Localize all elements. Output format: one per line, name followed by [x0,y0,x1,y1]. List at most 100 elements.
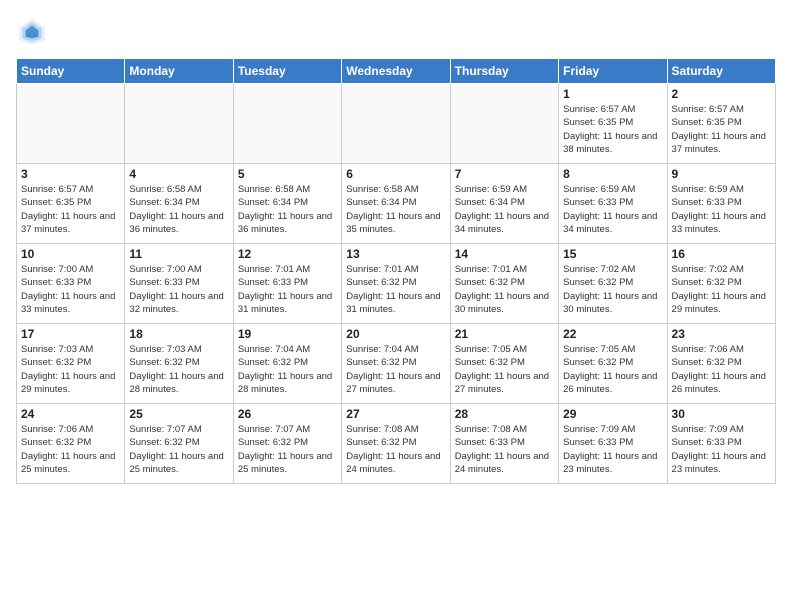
day-detail: Sunrise: 6:58 AM Sunset: 6:34 PM Dayligh… [129,183,228,236]
day-number: 7 [455,167,554,181]
day-number: 11 [129,247,228,261]
day-detail: Sunrise: 7:04 AM Sunset: 6:32 PM Dayligh… [346,343,445,396]
week-row-1: 1 Sunrise: 6:57 AM Sunset: 6:35 PM Daylig… [17,84,776,164]
calendar-cell: 10 Sunrise: 7:00 AM Sunset: 6:33 PM Dayli… [17,244,125,324]
calendar-cell [17,84,125,164]
calendar-cell: 11 Sunrise: 7:00 AM Sunset: 6:33 PM Dayli… [125,244,233,324]
day-number: 21 [455,327,554,341]
calendar-cell: 1 Sunrise: 6:57 AM Sunset: 6:35 PM Daylig… [559,84,667,164]
calendar-cell: 2 Sunrise: 6:57 AM Sunset: 6:35 PM Daylig… [667,84,775,164]
day-detail: Sunrise: 6:59 AM Sunset: 6:34 PM Dayligh… [455,183,554,236]
calendar-cell: 8 Sunrise: 6:59 AM Sunset: 6:33 PM Daylig… [559,164,667,244]
day-detail: Sunrise: 6:59 AM Sunset: 6:33 PM Dayligh… [563,183,662,236]
calendar-table: SundayMondayTuesdayWednesdayThursdayFrid… [16,58,776,484]
day-number: 1 [563,87,662,101]
day-number: 26 [238,407,337,421]
day-number: 10 [21,247,120,261]
calendar-cell: 19Sunrise: 7:04 AM Sunset: 6:32 PM Dayli… [233,324,341,404]
day-number: 23 [672,327,771,341]
calendar-cell: 7 Sunrise: 6:59 AM Sunset: 6:34 PM Daylig… [450,164,558,244]
day-detail: Sunrise: 7:01 AM Sunset: 6:33 PM Dayligh… [238,263,337,316]
day-detail: Sunrise: 7:03 AM Sunset: 6:32 PM Dayligh… [21,343,120,396]
day-number: 8 [563,167,662,181]
calendar-cell [233,84,341,164]
calendar-cell [125,84,233,164]
calendar-cell: 30 Sunrise: 7:09 AM Sunset: 6:33 PM Dayli… [667,404,775,484]
day-number: 24 [21,407,120,421]
day-number: 25 [129,407,228,421]
day-detail: Sunrise: 6:57 AM Sunset: 6:35 PM Dayligh… [21,183,120,236]
day-number: 14 [455,247,554,261]
day-detail: Sunrise: 6:59 AM Sunset: 6:33 PM Dayligh… [672,183,771,236]
day-number: 20 [346,327,445,341]
weekday-header-wednesday: Wednesday [342,59,450,84]
calendar-cell: 3Sunrise: 6:57 AM Sunset: 6:35 PM Daylig… [17,164,125,244]
day-number: 16 [672,247,771,261]
day-detail: Sunrise: 7:02 AM Sunset: 6:32 PM Dayligh… [672,263,771,316]
calendar-cell: 9 Sunrise: 6:59 AM Sunset: 6:33 PM Daylig… [667,164,775,244]
day-detail: Sunrise: 7:06 AM Sunset: 6:32 PM Dayligh… [21,423,120,476]
day-number: 18 [129,327,228,341]
logo [16,16,52,48]
day-number: 19 [238,327,337,341]
calendar-cell [342,84,450,164]
calendar-cell: 6 Sunrise: 6:58 AM Sunset: 6:34 PM Daylig… [342,164,450,244]
day-detail: Sunrise: 7:06 AM Sunset: 6:32 PM Dayligh… [672,343,771,396]
day-number: 27 [346,407,445,421]
day-number: 5 [238,167,337,181]
day-detail: Sunrise: 7:03 AM Sunset: 6:32 PM Dayligh… [129,343,228,396]
calendar-cell [450,84,558,164]
page-header [16,16,776,48]
day-detail: Sunrise: 7:08 AM Sunset: 6:32 PM Dayligh… [346,423,445,476]
calendar-cell: 25 Sunrise: 7:07 AM Sunset: 6:32 PM Dayli… [125,404,233,484]
week-row-4: 17 Sunrise: 7:03 AM Sunset: 6:32 PM Dayli… [17,324,776,404]
week-row-2: 3Sunrise: 6:57 AM Sunset: 6:35 PM Daylig… [17,164,776,244]
day-detail: Sunrise: 7:01 AM Sunset: 6:32 PM Dayligh… [455,263,554,316]
calendar-cell: 5 Sunrise: 6:58 AM Sunset: 6:34 PM Daylig… [233,164,341,244]
weekday-header-thursday: Thursday [450,59,558,84]
day-number: 9 [672,167,771,181]
day-detail: Sunrise: 7:00 AM Sunset: 6:33 PM Dayligh… [21,263,120,316]
calendar-cell: 18 Sunrise: 7:03 AM Sunset: 6:32 PM Dayli… [125,324,233,404]
calendar-cell: 28 Sunrise: 7:08 AM Sunset: 6:33 PM Dayli… [450,404,558,484]
day-number: 6 [346,167,445,181]
day-detail: Sunrise: 7:01 AM Sunset: 6:32 PM Dayligh… [346,263,445,316]
day-number: 22 [563,327,662,341]
calendar-cell: 14 Sunrise: 7:01 AM Sunset: 6:32 PM Dayli… [450,244,558,324]
day-detail: Sunrise: 6:58 AM Sunset: 6:34 PM Dayligh… [346,183,445,236]
weekday-header-friday: Friday [559,59,667,84]
day-detail: Sunrise: 7:00 AM Sunset: 6:33 PM Dayligh… [129,263,228,316]
logo-icon [16,16,48,48]
weekday-header-saturday: Saturday [667,59,775,84]
day-number: 2 [672,87,771,101]
day-number: 17 [21,327,120,341]
calendar-cell: 16 Sunrise: 7:02 AM Sunset: 6:32 PM Dayli… [667,244,775,324]
calendar-cell: 29 Sunrise: 7:09 AM Sunset: 6:33 PM Dayli… [559,404,667,484]
day-detail: Sunrise: 7:02 AM Sunset: 6:32 PM Dayligh… [563,263,662,316]
day-number: 12 [238,247,337,261]
calendar-cell: 26 Sunrise: 7:07 AM Sunset: 6:32 PM Dayli… [233,404,341,484]
calendar-cell: 24 Sunrise: 7:06 AM Sunset: 6:32 PM Dayli… [17,404,125,484]
calendar-cell: 17 Sunrise: 7:03 AM Sunset: 6:32 PM Dayli… [17,324,125,404]
calendar-cell: 23 Sunrise: 7:06 AM Sunset: 6:32 PM Dayli… [667,324,775,404]
day-detail: Sunrise: 7:08 AM Sunset: 6:33 PM Dayligh… [455,423,554,476]
week-row-3: 10 Sunrise: 7:00 AM Sunset: 6:33 PM Dayli… [17,244,776,324]
calendar-cell: 4 Sunrise: 6:58 AM Sunset: 6:34 PM Daylig… [125,164,233,244]
day-detail: Sunrise: 7:07 AM Sunset: 6:32 PM Dayligh… [129,423,228,476]
day-detail: Sunrise: 6:57 AM Sunset: 6:35 PM Dayligh… [672,103,771,156]
calendar-cell: 15Sunrise: 7:02 AM Sunset: 6:32 PM Dayli… [559,244,667,324]
day-number: 29 [563,407,662,421]
day-number: 4 [129,167,228,181]
calendar-cell: 27 Sunrise: 7:08 AM Sunset: 6:32 PM Dayli… [342,404,450,484]
day-detail: Sunrise: 7:09 AM Sunset: 6:33 PM Dayligh… [563,423,662,476]
day-detail: Sunrise: 7:07 AM Sunset: 6:32 PM Dayligh… [238,423,337,476]
day-number: 30 [672,407,771,421]
calendar-cell: 22Sunrise: 7:05 AM Sunset: 6:32 PM Dayli… [559,324,667,404]
weekday-header-row: SundayMondayTuesdayWednesdayThursdayFrid… [17,59,776,84]
day-detail: Sunrise: 6:58 AM Sunset: 6:34 PM Dayligh… [238,183,337,236]
day-number: 13 [346,247,445,261]
weekday-header-monday: Monday [125,59,233,84]
day-detail: Sunrise: 6:57 AM Sunset: 6:35 PM Dayligh… [563,103,662,156]
day-number: 28 [455,407,554,421]
day-detail: Sunrise: 7:09 AM Sunset: 6:33 PM Dayligh… [672,423,771,476]
